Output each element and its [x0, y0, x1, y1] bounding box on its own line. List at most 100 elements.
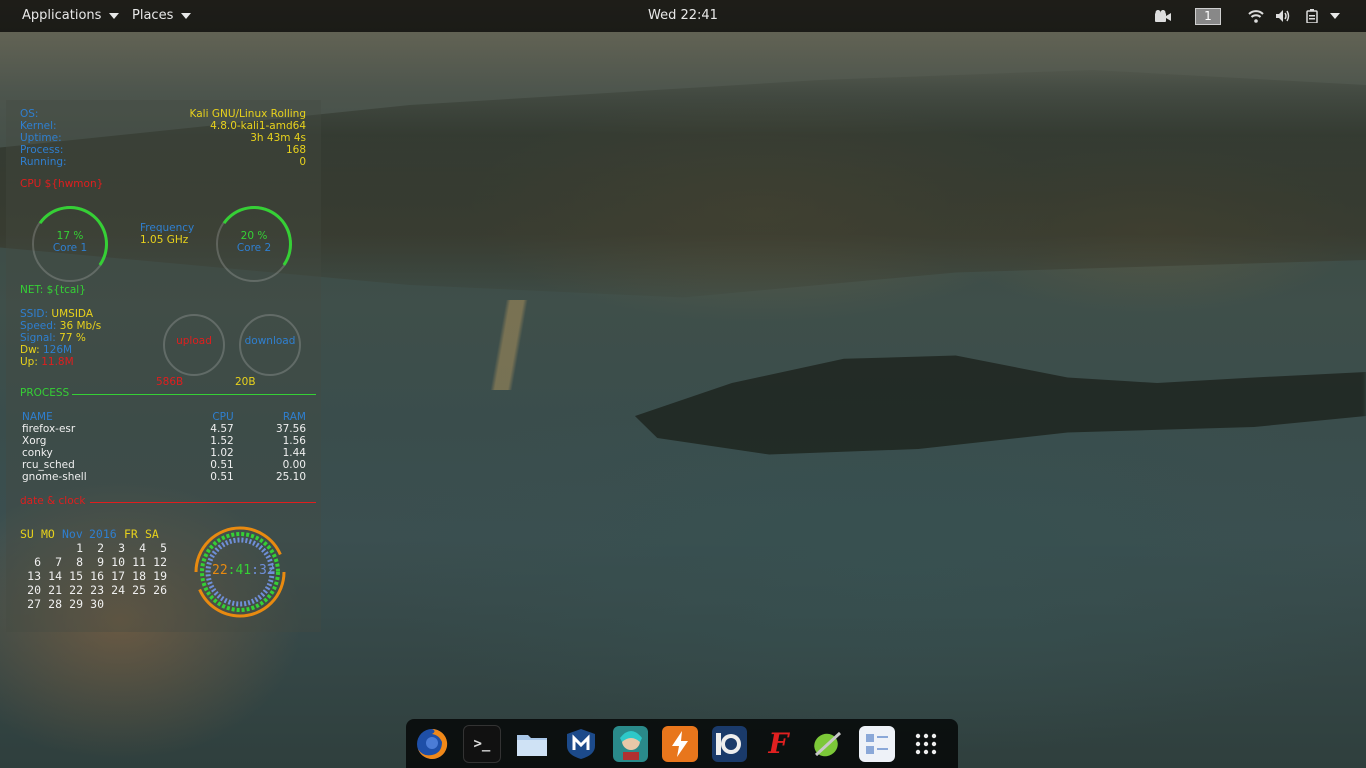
calendar-day: 18	[132, 569, 146, 583]
settings-icon[interactable]	[859, 725, 895, 762]
calendar-day: 14	[48, 569, 62, 583]
os-label: OS:	[20, 108, 39, 120]
calendar-day: 28	[48, 597, 62, 611]
sys-row-process: Process: 168	[20, 144, 306, 156]
date-header: date & clock	[20, 495, 86, 507]
dw-value: 126M	[42, 344, 73, 356]
ssid-label: SSID:	[20, 308, 49, 320]
wifi-icon[interactable]	[1248, 0, 1264, 32]
leafpad-icon[interactable]	[810, 726, 845, 762]
col-name: NAME	[22, 411, 53, 423]
col-cpu: CPU	[212, 411, 234, 423]
proc-cpu: 1.02	[210, 447, 234, 459]
os-value: Kali GNU/Linux Rolling	[189, 108, 306, 120]
calendar-day: 29	[69, 597, 83, 611]
core2-ring: 20 % Core 2	[209, 199, 299, 289]
calendar-day: 8	[76, 555, 83, 569]
workspace-indicator[interactable]: 1	[1195, 0, 1221, 32]
calendar-header: SU MO Nov 2016 FR SA	[20, 527, 167, 541]
burpsuite-icon[interactable]	[662, 725, 698, 762]
date-divider	[90, 502, 316, 503]
cal-month: Nov	[62, 527, 83, 541]
calendar-day: 12	[153, 555, 167, 569]
core1-ring: 17 % Core 1	[25, 199, 115, 289]
calendar-day: 25	[132, 583, 146, 597]
app-grid-icon[interactable]	[909, 726, 944, 762]
files-icon[interactable]	[515, 726, 550, 762]
proc-name: rcu_sched	[22, 459, 75, 471]
camera-icon[interactable]	[1155, 0, 1171, 32]
calendar-day	[20, 541, 41, 555]
applications-menu[interactable]: Applications	[22, 0, 120, 32]
system-menu[interactable]	[1330, 0, 1340, 32]
core2-pct: 20 %	[240, 230, 268, 242]
col-ram: RAM	[282, 411, 306, 423]
up-label: Up:	[20, 356, 38, 368]
top-bar: Applications Places Wed 22:41 1	[0, 0, 1366, 32]
volume-icon[interactable]	[1275, 0, 1291, 32]
battery-icon[interactable]	[1305, 0, 1319, 32]
proc-ram: 1.56	[282, 435, 306, 447]
calendar-day: 21	[48, 583, 62, 597]
calendar-day: 26	[153, 583, 167, 597]
workspace-number: 1	[1195, 7, 1221, 25]
applications-label: Applications	[22, 8, 102, 23]
calendar-day: 5	[160, 541, 167, 555]
calendar: SU MO Nov 2016 FR SA 1 2 3 4 5 6 7 8 9 10 11 12 13 14…	[20, 527, 167, 611]
dw-label: Dw:	[20, 344, 40, 356]
proc-name: Xorg	[22, 435, 47, 447]
armitage-icon[interactable]	[613, 725, 649, 762]
calendar-day: 22	[69, 583, 83, 597]
cal-day-fr: FR	[124, 527, 138, 541]
calendar-day	[104, 597, 125, 611]
download-label: download	[244, 335, 296, 347]
calendar-day: 15	[69, 569, 83, 583]
calendar-day: 11	[132, 555, 146, 569]
calendar-day: 10	[111, 555, 125, 569]
proc-ram: 0.00	[282, 459, 306, 471]
metasploit-icon[interactable]	[564, 726, 599, 762]
calendar-day: 7	[55, 555, 62, 569]
calendar-day: 2	[97, 541, 104, 555]
terminal-icon[interactable]: >_	[463, 724, 501, 763]
places-label: Places	[132, 8, 174, 23]
sys-row-uptime: Uptime: 3h 43m 4s	[20, 132, 306, 144]
kernel-label: Kernel:	[20, 120, 57, 132]
cal-year: 2016	[89, 527, 117, 541]
maltego-icon[interactable]	[711, 725, 747, 762]
calendar-grid: 1 2 3 4 5 6 7 8 9 10 11 12 13 14 15 16 17 18 19 20 21 22 23 24 2…	[20, 541, 167, 611]
speed-value: 36 Mb/s	[59, 320, 102, 332]
core1-pct: 17 %	[56, 230, 84, 242]
running-label: Running:	[20, 156, 67, 168]
proc-ram: 37.56	[275, 423, 306, 435]
proc-cpu: 4.57	[210, 423, 234, 435]
places-menu[interactable]: Places	[132, 0, 192, 32]
process-table-header: NAME CPU RAM	[22, 411, 306, 423]
faraday-icon[interactable]: F	[761, 726, 796, 762]
wallpaper-bridge	[310, 300, 730, 390]
process-count-value: 168	[285, 144, 306, 156]
chevron-down-icon	[181, 12, 192, 19]
cal-day-su: SU	[20, 527, 34, 541]
frequency-value: 1.05 GHz	[140, 234, 189, 246]
core2-label: Core 2	[236, 242, 272, 254]
table-row: gnome-shell 0.51 25.10	[22, 471, 306, 483]
upload-label: upload	[176, 335, 212, 347]
firefox-icon[interactable]	[414, 726, 449, 762]
clock-button[interactable]: Wed 22:41	[648, 8, 718, 23]
sys-row-running: Running: 0	[20, 156, 306, 168]
calendar-day: 27	[27, 597, 41, 611]
net-header: NET: ${tcal}	[20, 284, 86, 296]
signal-value: 77 %	[59, 332, 86, 344]
digital-clock: 22:41:32	[212, 564, 275, 577]
calendar-day: 3	[118, 541, 125, 555]
process-count-label: Process:	[20, 144, 64, 156]
proc-ram: 1.44	[282, 447, 306, 459]
chevron-down-icon	[1330, 13, 1340, 19]
calendar-day: 6	[34, 555, 41, 569]
calendar-day	[125, 597, 146, 611]
ssid-value: UMSIDA	[51, 308, 93, 320]
sys-row-os: OS: Kali GNU/Linux Rolling	[20, 108, 306, 120]
speed-label: Speed:	[20, 320, 57, 332]
proc-cpu: 0.51	[210, 459, 234, 471]
